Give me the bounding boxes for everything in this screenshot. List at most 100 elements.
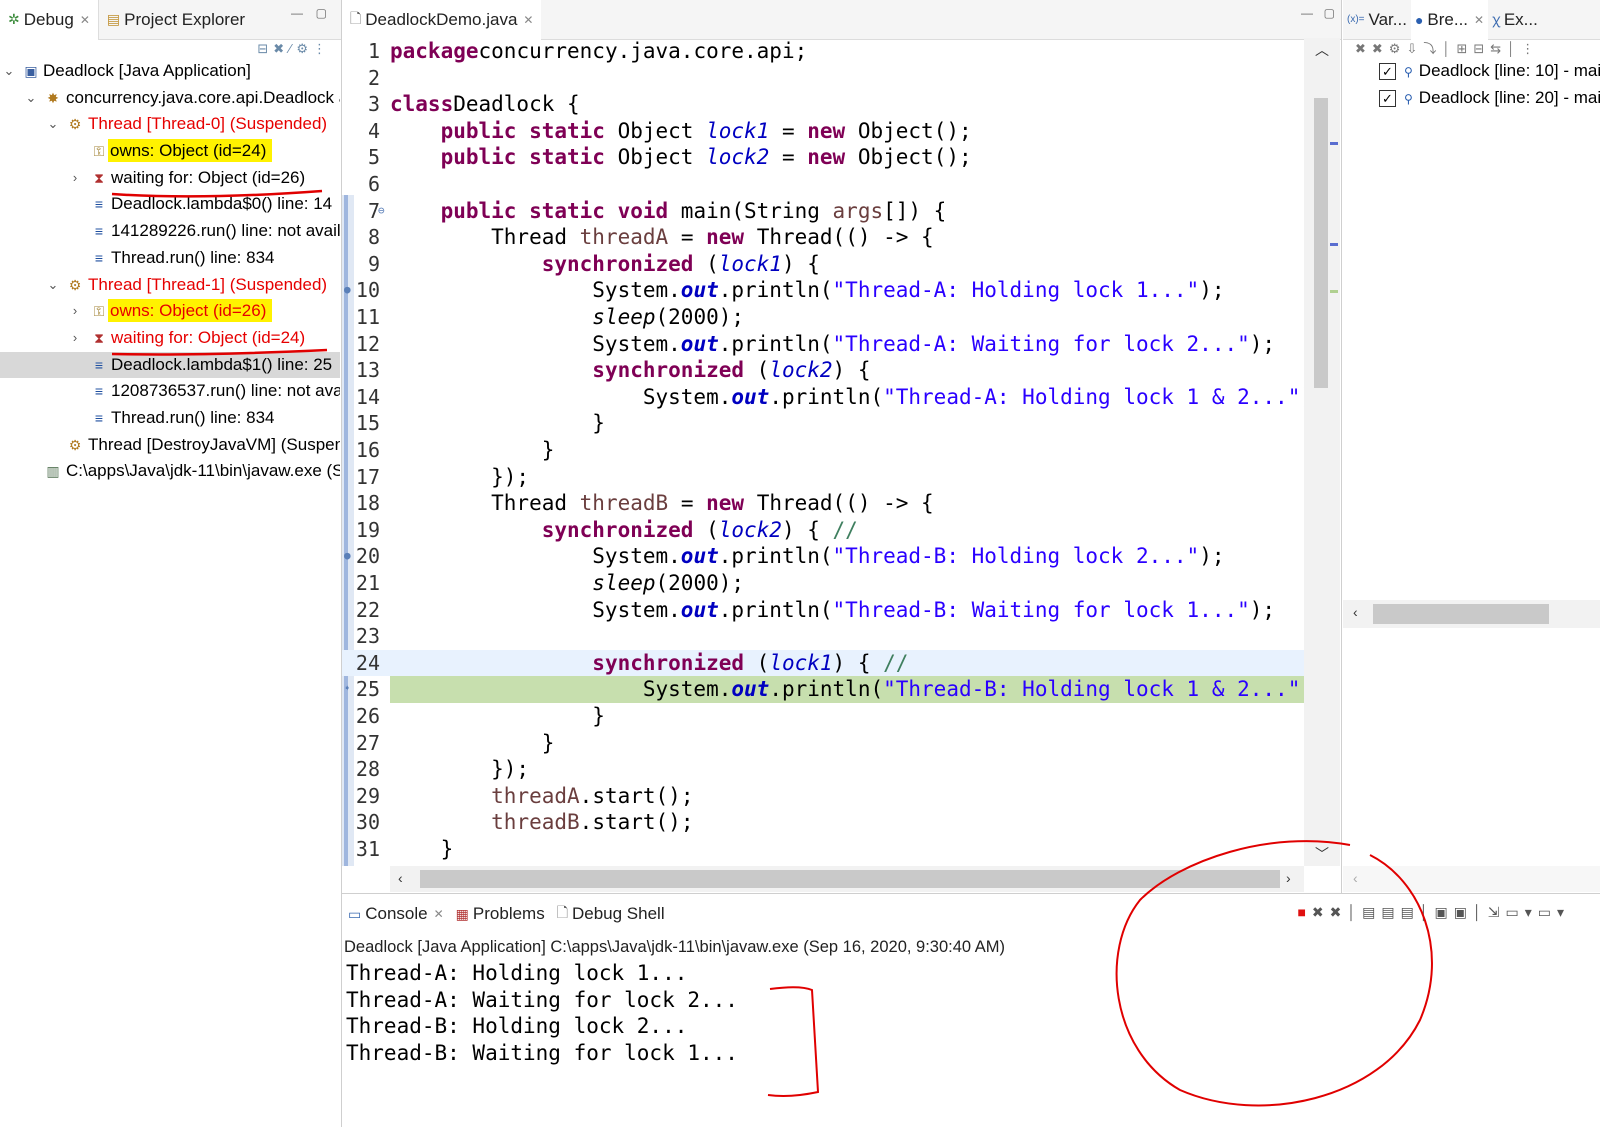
tree-item-frame[interactable]: ≡ Thread.run() line: 834: [0, 405, 340, 432]
code-line[interactable]: 13 synchronized (lock2) {: [342, 357, 1304, 384]
code-line[interactable]: 18 Thread threadB = new Thread(() -> {: [342, 490, 1304, 517]
code-line[interactable]: 25 ➧ System.out.println("Thread-B: Holdin…: [342, 676, 1326, 703]
code-line[interactable]: 14 System.out.println("Thread-A: Holding…: [342, 384, 1326, 411]
code-line[interactable]: 31 }: [342, 836, 1304, 863]
scrollbar-thumb[interactable]: [420, 870, 1280, 888]
scroll-right-icon[interactable]: ›: [1286, 870, 1291, 886]
tree-item-vm[interactable]: ⌄ ✸ concurrency.java.core.api.Deadlock a…: [0, 85, 340, 112]
tree-item-frame[interactable]: ≡ Thread.run() line: 834: [0, 245, 340, 272]
editor-horizontal-scrollbar[interactable]: ‹ ›: [390, 866, 1304, 892]
code-line[interactable]: 30 threadB.start();: [342, 809, 1304, 836]
code-line[interactable]: 20 ● System.out.println("Thread-B: Holdin…: [342, 543, 1304, 570]
tab-project-explorer[interactable]: ▤ Project Explorer: [97, 0, 253, 40]
tree-item-frame-selected[interactable]: ≡ Deadlock.lambda$1() line: 25: [0, 351, 340, 379]
code-line[interactable]: 11 sleep(2000);: [342, 304, 1304, 331]
scrollbar-thumb[interactable]: [1373, 604, 1549, 624]
code-line[interactable]: 12 System.out.println("Thread-A: Waiting…: [342, 331, 1304, 358]
breakpoint-item[interactable]: ✓ ⚲ Deadlock [line: 10] - main(String[]): [1379, 58, 1600, 84]
tab-debug[interactable]: ✲ Debug ✕: [0, 0, 98, 40]
breakpoints-toolbar[interactable]: ✖✖⚙⇩⤵│⊞⊟⇆│⋮: [1355, 38, 1540, 57]
tree-item-owns[interactable]: ⚿ owns: Object (id=24): [0, 138, 340, 165]
code-line[interactable]: 26 }: [342, 703, 1304, 730]
tab-console[interactable]: ▭ Console ✕: [342, 894, 450, 934]
scroll-left-icon[interactable]: ‹: [1353, 604, 1358, 620]
tree-item-waiting[interactable]: › ⧗ waiting for: Object (id=24): [0, 325, 340, 352]
console-toolbar[interactable]: ■✖✖│▤▤▤│▣▣│⇲▭▾▭▾: [1297, 904, 1570, 921]
code-line[interactable]: 6: [342, 171, 1304, 198]
chevron-right-icon[interactable]: ›: [68, 165, 82, 192]
tree-item-frame[interactable]: ≡ 141289226.run() line: not available: [0, 218, 340, 245]
tree-item-launch[interactable]: ⌄ ▣ Deadlock [Java Application]: [0, 58, 340, 85]
tab-variables[interactable]: (x)= Var...: [1343, 0, 1411, 40]
maximize-icon[interactable]: ▢: [1324, 6, 1335, 20]
chevron-down-icon[interactable]: ⌄: [46, 111, 60, 138]
maximize-icon[interactable]: ▢: [316, 6, 327, 20]
chevron-right-icon[interactable]: ›: [68, 325, 82, 352]
code-line[interactable]: 16 }: [342, 437, 1304, 464]
code-line[interactable]: 7 ⊖ public static void main(String args[]…: [342, 198, 1304, 225]
chevron-down-icon[interactable]: ⌄: [2, 58, 16, 85]
tab-expressions[interactable]: ꭓ Ex...: [1488, 0, 1542, 40]
close-icon[interactable]: ✕: [434, 907, 444, 921]
code-line[interactable]: 19 synchronized (lock2) { //: [342, 517, 1304, 544]
scroll-down-icon[interactable]: ﹀: [1315, 844, 1329, 864]
scroll-left-icon[interactable]: ‹: [398, 870, 403, 886]
tab-deadlockdemo-java[interactable]: 🗋 DeadlockDemo.java ✕: [342, 0, 542, 40]
code-line[interactable]: 28 });: [342, 756, 1304, 783]
code-line[interactable]: 2: [342, 65, 1304, 92]
tree-item-frame[interactable]: ≡ Deadlock.lambda$0() line: 14: [0, 191, 340, 218]
code-line[interactable]: 9 synchronized (lock1) {: [342, 251, 1304, 278]
code-line[interactable]: 21 sleep(2000);: [342, 570, 1304, 597]
tree-item-owns[interactable]: › ⚿ owns: Object (id=26): [0, 298, 340, 325]
code-line[interactable]: 15 }: [342, 410, 1304, 437]
code-line[interactable]: 22 System.out.println("Thread-B: Waiting…: [342, 597, 1304, 624]
tab-debug-shell[interactable]: 🗋 Debug Shell: [551, 894, 671, 934]
code-line[interactable]: 5 public static Object lock2 = new Objec…: [342, 144, 1304, 171]
chevron-down-icon[interactable]: ⌄: [46, 272, 60, 299]
code-line[interactable]: 23: [342, 623, 1304, 650]
tree-item-thread-destroy[interactable]: ⚙ Thread [DestroyJavaVM] (Suspended): [0, 432, 340, 459]
code-line[interactable]: 17 });: [342, 464, 1304, 491]
code-line[interactable]: 8 Thread threadA = new Thread(() -> {: [342, 224, 1304, 251]
fold-icon[interactable]: ⊖: [378, 198, 385, 225]
overview-marker[interactable]: [1330, 290, 1338, 293]
scrollbar-thumb[interactable]: [1314, 98, 1328, 388]
breakpoint-checkbox[interactable]: ✓: [1379, 63, 1396, 81]
close-icon[interactable]: ✕: [523, 13, 533, 27]
code-line[interactable]: 1 packageconcurrency.java.core.api;: [342, 38, 1304, 65]
instruction-pointer-icon[interactable]: ➧: [344, 676, 351, 703]
console-output[interactable]: Thread-A: Holding lock 1... Thread-A: Wa…: [346, 960, 738, 1066]
code-line[interactable]: 24 synchronized (lock1) { //: [342, 649, 1304, 677]
breakpoint-checkbox[interactable]: ✓: [1379, 90, 1396, 108]
close-icon[interactable]: ✕: [1474, 13, 1484, 27]
tab-problems[interactable]: ▦ Problems: [450, 894, 551, 934]
overview-marker[interactable]: [1330, 243, 1338, 246]
debug-toolbar-icons[interactable]: ⊟✖︎⁄⚙⋮: [257, 41, 331, 57]
code-line[interactable]: 29 threadA.start();: [342, 783, 1304, 810]
breakpoint-marker-icon[interactable]: ●: [344, 543, 351, 570]
code-line[interactable]: 27 }: [342, 730, 1304, 757]
tree-item-frame[interactable]: ≡ 1208736537.run() line: not available: [0, 378, 340, 405]
tree-item-thread-1[interactable]: ⌄ ⚙ Thread [Thread-1] (Suspended): [0, 272, 340, 299]
scroll-up-icon[interactable]: ︿: [1315, 40, 1329, 60]
code-line[interactable]: 3 classDeadlock {: [342, 91, 1304, 118]
editor-vertical-scrollbar[interactable]: ︿ ﹀: [1304, 38, 1340, 866]
minimize-icon[interactable]: —: [291, 6, 303, 20]
chevron-down-icon[interactable]: ⌄: [24, 85, 38, 112]
tree-item-waiting[interactable]: › ⧗ waiting for: Object (id=26): [0, 165, 340, 192]
tree-item-thread-0[interactable]: ⌄ ⚙ Thread [Thread-0] (Suspended): [0, 111, 340, 138]
minimize-icon[interactable]: —: [1301, 6, 1313, 20]
terminate-icon[interactable]: ■: [1297, 904, 1311, 920]
code-line[interactable]: 10 ● System.out.println("Thread-A: Holdin…: [342, 277, 1304, 304]
code-editor[interactable]: 1 packageconcurrency.java.core.api; 2 3 clas…: [342, 38, 1342, 866]
code-line[interactable]: 4 public static Object lock1 = new Objec…: [342, 118, 1304, 145]
detail-scrollbar[interactable]: ‹: [1343, 866, 1600, 892]
chevron-right-icon[interactable]: ›: [68, 298, 82, 325]
scroll-left-icon[interactable]: ‹: [1353, 870, 1358, 886]
breakpoint-item[interactable]: ✓ ⚲ Deadlock [line: 20] - main(String[]): [1379, 85, 1600, 111]
overview-marker[interactable]: [1330, 142, 1338, 145]
close-icon[interactable]: ✕: [80, 13, 90, 27]
breakpoint-marker-icon[interactable]: ●: [344, 277, 351, 304]
breakpoints-horizontal-scrollbar[interactable]: ‹: [1343, 600, 1600, 628]
tree-item-process[interactable]: ▥ C:\apps\Java\jdk-11\bin\javaw.exe (Sep…: [0, 458, 340, 485]
